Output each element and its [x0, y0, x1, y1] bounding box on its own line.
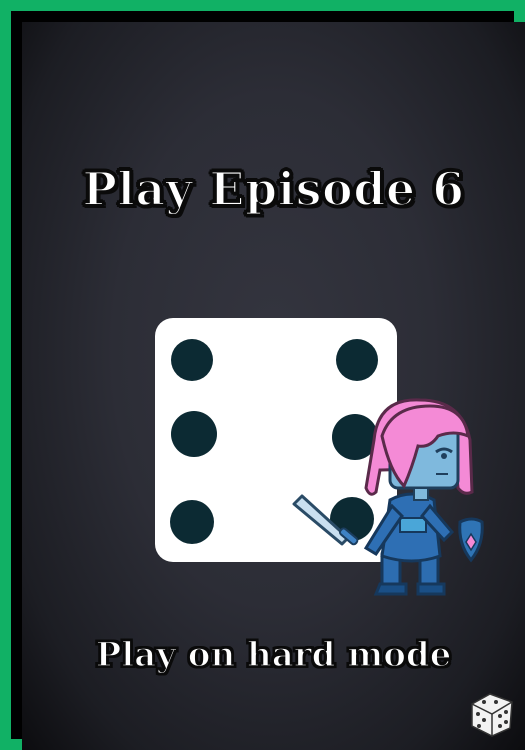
card-frame[interactable]: Play Episode 6 Play on hard mode — [0, 0, 525, 750]
card-subtitle: Play on hard mode — [95, 634, 452, 676]
card-face[interactable]: Play Episode 6 Play on hard mode — [22, 22, 525, 750]
die-six-icon — [155, 318, 397, 562]
dice-icon — [471, 693, 513, 737]
